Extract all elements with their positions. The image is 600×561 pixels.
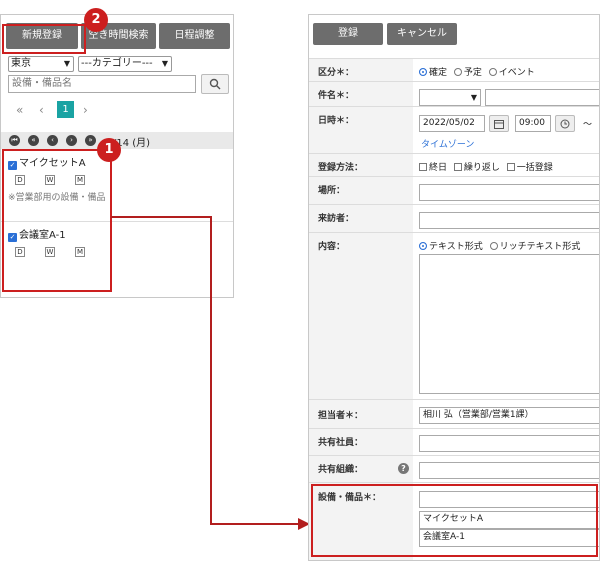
pager-first[interactable]: «	[16, 103, 23, 117]
shared-org-input[interactable]	[419, 462, 599, 479]
radio-icon[interactable]	[453, 68, 462, 76]
schedule-adjust-button[interactable]: 日程調整	[159, 23, 230, 49]
tilde: ～	[583, 120, 593, 130]
checkbox-icon[interactable]	[506, 163, 515, 171]
visitor-row: 来訪者：	[309, 204, 599, 232]
first-page-icon[interactable]: ⏮	[9, 135, 20, 146]
person-input[interactable]: 相川 弘（営業部/営業1課）	[419, 407, 599, 424]
category-label: 区分＊：	[318, 68, 355, 78]
pager-prev[interactable]: ‹	[39, 103, 44, 117]
clock-icon	[560, 119, 570, 129]
place-row: 場所：	[309, 176, 599, 204]
method-row: 登録方法： 終日 繰り返し 一括登録	[309, 153, 599, 176]
shared-org-row: 共有組織： ?	[309, 455, 599, 482]
search-input[interactable]: 設備・備品名	[8, 75, 196, 93]
subject-input[interactable]	[485, 89, 599, 106]
chevron-down-icon: ▼	[161, 59, 168, 68]
date-input[interactable]: 2022/05/02	[419, 115, 485, 132]
pager-next[interactable]: ›	[83, 103, 88, 117]
location-select[interactable]: 東京 ▼	[8, 56, 74, 72]
calendar-button[interactable]	[489, 115, 509, 132]
radio-icon[interactable]	[489, 242, 498, 250]
checkbox-icon[interactable]	[453, 163, 462, 171]
content-label: 内容：	[318, 242, 346, 252]
visitor-label: 来訪者：	[318, 214, 355, 224]
next-week-icon[interactable]: »	[85, 135, 96, 146]
category-row: 区分＊： 確定 予定 イベント	[309, 58, 599, 81]
chevron-down-icon: ▼	[63, 59, 70, 68]
checkbox-icon[interactable]	[419, 163, 427, 171]
shared-staff-label: 共有社員：	[318, 438, 364, 448]
subject-label: 件名＊：	[318, 91, 355, 101]
subject-select[interactable]: ▼	[419, 89, 481, 106]
person-label: 担当者＊：	[318, 411, 364, 421]
search-button[interactable]	[201, 74, 229, 94]
prev-week-icon[interactable]: «	[28, 135, 39, 146]
subject-row: 件名＊： ▼	[309, 81, 599, 106]
connector-line	[210, 523, 300, 525]
next-day-icon[interactable]: ›	[66, 135, 77, 146]
method-label: 登録方法：	[318, 163, 364, 173]
help-icon[interactable]: ?	[398, 463, 409, 474]
pager-current[interactable]: 1	[57, 101, 74, 118]
datetime-row: 日時＊： 2022/05/02 09:00 ～ タイムゾーン	[309, 106, 599, 153]
search-icon	[209, 78, 221, 90]
datetime-label: 日時＊：	[318, 116, 355, 126]
chevron-down-icon: ▼	[470, 93, 477, 102]
prev-day-icon[interactable]: ‹	[47, 135, 58, 146]
shared-staff-row: 共有社員：	[309, 428, 599, 455]
connector-line	[210, 216, 212, 525]
shared-staff-input[interactable]	[419, 435, 599, 452]
visitor-input[interactable]	[419, 212, 599, 229]
content-row: 内容： テキスト形式 リッチテキスト形式	[309, 232, 599, 399]
highlight-resources	[2, 149, 112, 292]
radio-icon[interactable]	[488, 68, 497, 76]
time-input[interactable]: 09:00	[515, 115, 551, 132]
place-label: 場所：	[318, 186, 346, 196]
radio-icon[interactable]	[419, 242, 427, 250]
cancel-button[interactable]: キャンセル	[387, 23, 457, 45]
callout-badge-2: 2	[84, 8, 108, 32]
clock-button[interactable]	[555, 115, 575, 132]
shared-org-label: 共有組織：	[318, 465, 364, 475]
highlight-equipment	[311, 484, 598, 557]
content-textarea[interactable]	[419, 254, 599, 394]
place-input[interactable]	[419, 184, 599, 201]
schedule-form: 登録 キャンセル 区分＊： 確定 予定 イベント 件名＊： ▼ 日時＊： 202…	[308, 14, 600, 561]
radio-icon[interactable]	[419, 68, 427, 76]
timezone-link[interactable]: タイムゾーン	[421, 137, 474, 150]
person-row: 担当者＊： 相川 弘（営業部/営業1課）	[309, 399, 599, 428]
highlight-new-button	[2, 24, 86, 54]
category-select[interactable]: ---カテゴリー--- ▼	[78, 56, 172, 72]
callout-badge-1: 1	[97, 138, 121, 162]
connector-line	[111, 216, 212, 218]
calendar-icon	[494, 120, 504, 129]
register-button[interactable]: 登録	[313, 23, 383, 45]
